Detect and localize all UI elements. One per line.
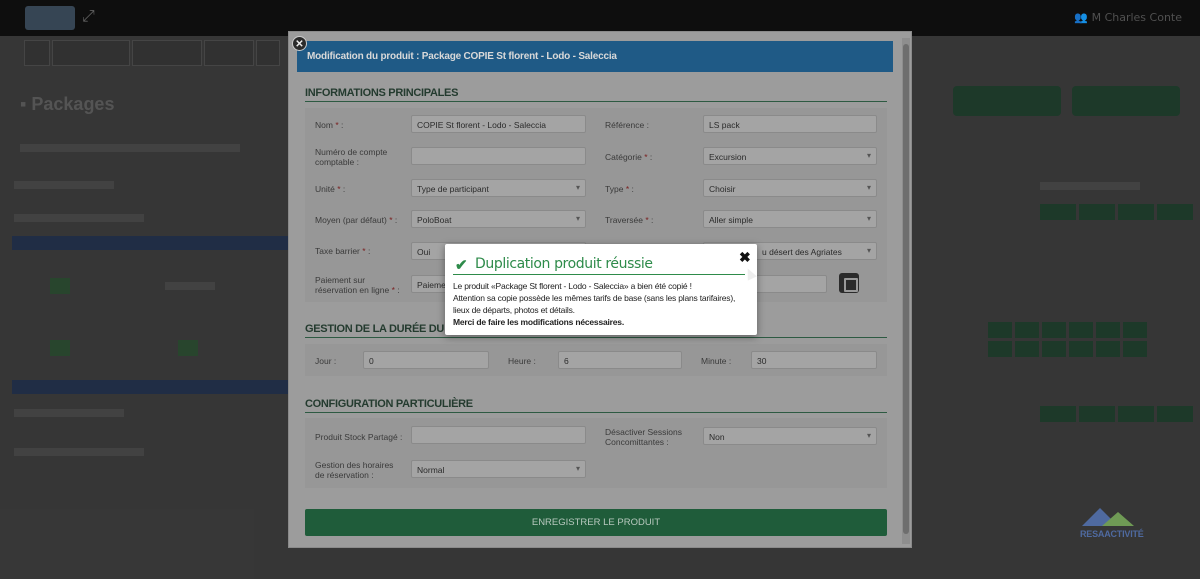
toast-close-icon[interactable]: ✖ xyxy=(739,249,751,266)
section-divider xyxy=(305,412,887,413)
traversee-select[interactable]: Aller simple xyxy=(703,210,877,228)
label-jour: Jour : xyxy=(315,356,337,366)
label-stock: Produit Stock Partagé : xyxy=(315,432,403,442)
mountain-icon xyxy=(1102,512,1134,526)
section-title-main: INFORMATIONS PRINCIPALES xyxy=(305,87,459,99)
label-minute: Minute : xyxy=(701,356,732,366)
nom-input[interactable]: COPIE St florent - Lodo - Saleccia xyxy=(411,115,586,133)
label-horaires: Gestion des horaires de réservation : xyxy=(315,460,394,480)
label-reference: Référence : xyxy=(605,120,649,130)
modal-scrollbar[interactable] xyxy=(902,38,910,544)
label-heure: Heure : xyxy=(508,356,536,366)
numero-compte-input[interactable] xyxy=(411,147,586,165)
toast-divider xyxy=(453,274,745,275)
horaires-select[interactable]: Normal xyxy=(411,460,586,478)
label-paiement: Paiement sur réservation en ligne * : xyxy=(315,275,400,295)
section-title-config: CONFIGURATION PARTICULIÈRE xyxy=(305,398,473,410)
label-categorie: Catégorie * : xyxy=(605,152,653,162)
save-product-button[interactable]: ENREGISTRER LE PRODUIT xyxy=(305,509,887,536)
heure-input[interactable]: 6 xyxy=(558,351,682,369)
success-toast: ✔ Duplication produit réussie ✖ Le produ… xyxy=(445,244,757,335)
label-taxe: Taxe barrier * : xyxy=(315,246,371,256)
unite-select[interactable]: Type de participant xyxy=(411,179,586,197)
label-desactiver: Désactiver Sessions Concomittantes : xyxy=(605,427,683,447)
stock-input[interactable] xyxy=(411,426,586,444)
toast-title: Duplication produit réussie xyxy=(475,256,653,272)
moyen-select[interactable]: PoloBoat xyxy=(411,210,586,228)
desactiver-select[interactable]: Non xyxy=(703,427,877,445)
brand-name: RESAACTIVITÉ xyxy=(1080,529,1144,539)
jour-input[interactable]: 0 xyxy=(363,351,489,369)
toast-message-line1: Le produit «Package St florent - Lodo - … xyxy=(453,281,692,291)
type-select[interactable]: Choisir xyxy=(703,179,877,197)
label-type: Type * : xyxy=(605,184,634,194)
brand-logo: RESAACTIVITÉ xyxy=(1076,508,1144,542)
section-divider xyxy=(305,337,887,338)
scrollbar-thumb[interactable] xyxy=(903,44,909,534)
toast-message-line2: Attention sa copie possède les mêmes tar… xyxy=(453,293,736,315)
reference-input[interactable]: LS pack xyxy=(703,115,877,133)
modal-title: Modification du produit : Package COPIE … xyxy=(307,51,617,62)
color-picker-icon[interactable] xyxy=(839,273,859,293)
minute-input[interactable]: 30 xyxy=(751,351,877,369)
section-divider xyxy=(305,101,887,102)
checkmark-icon: ✔ xyxy=(455,257,468,274)
label-moyen: Moyen (par défaut) * : xyxy=(315,215,398,225)
categorie-select[interactable]: Excursion xyxy=(703,147,877,165)
label-nom: Nom * : xyxy=(315,120,344,130)
label-numero-compte: Numéro de compte comptable : xyxy=(315,147,388,167)
modal-header: Modification du produit : Package COPIE … xyxy=(297,41,893,72)
label-traversee: Traversée * : xyxy=(605,215,654,225)
toast-message-line3: Merci de faire les modifications nécessa… xyxy=(453,317,624,327)
label-unite: Unité * : xyxy=(315,184,346,194)
modal-close-button[interactable]: ✕ xyxy=(292,36,307,51)
